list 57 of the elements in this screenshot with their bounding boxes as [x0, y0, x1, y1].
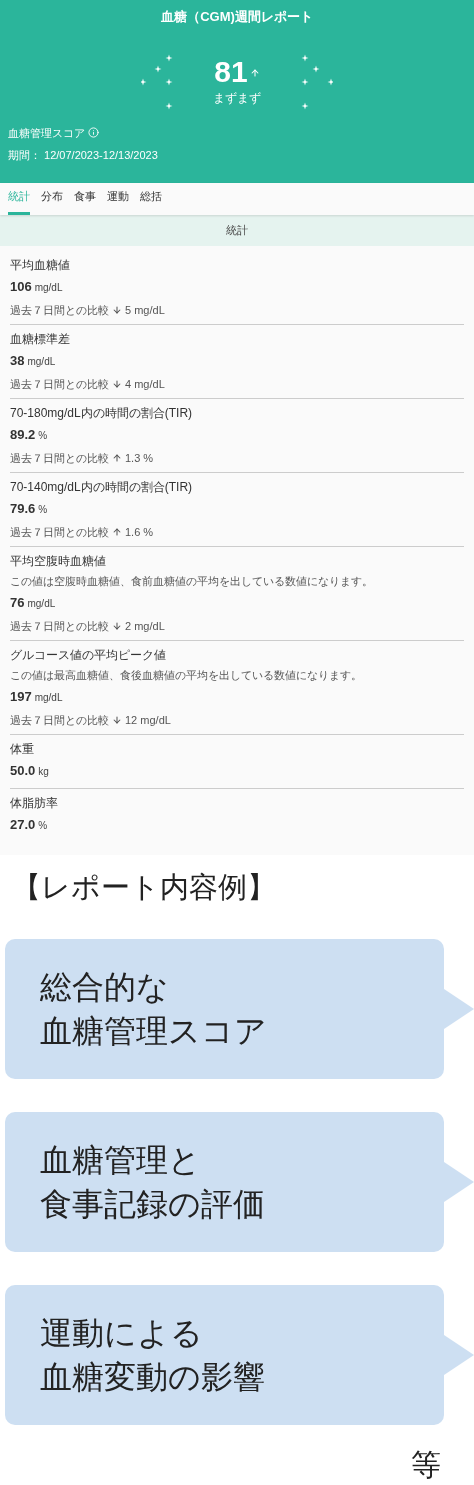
- comparison-label: 過去７日間との比較: [10, 618, 109, 634]
- report-period: 期間： 12/07/2023-12/13/2023: [8, 148, 159, 163]
- stat-value: 27.0: [10, 815, 36, 834]
- tab[interactable]: 分布: [41, 186, 63, 215]
- stat-unit: mg/dL: [34, 280, 63, 295]
- score-label: 血糖管理スコア: [8, 125, 85, 141]
- stat-value: 79.6: [10, 499, 36, 518]
- stat-value: 50.0: [10, 761, 36, 780]
- stat-unit: %: [38, 428, 48, 443]
- stat-value: 38: [10, 351, 25, 370]
- callout-bubble: 総合的な 血糖管理スコア: [5, 939, 444, 1079]
- callout-pointer: [444, 1335, 474, 1375]
- stat-unit: kg: [38, 764, 49, 779]
- tab[interactable]: 運動: [107, 186, 129, 215]
- stat-unit: mg/dL: [27, 596, 56, 611]
- stat-description: この値は最高血糖値、食後血糖値の平均を出している数値になります。: [10, 667, 363, 683]
- stat-value: 197: [10, 687, 32, 706]
- comparison-label: 過去７日間との比較: [10, 524, 109, 540]
- score-rating: まずまず: [213, 90, 261, 107]
- comparison-change: 1.6 %: [125, 524, 154, 540]
- stat-title: 血糖標準差: [10, 330, 71, 347]
- stat-value: 89.2: [10, 425, 36, 444]
- footnote: 等: [411, 1447, 441, 1483]
- stat-title: 体重: [10, 740, 35, 757]
- comparison-change: 4 mg/dL: [125, 376, 165, 392]
- stat-unit: %: [38, 818, 48, 833]
- callout-pointer: [444, 1162, 474, 1202]
- comparison-label: 過去７日間との比較: [10, 450, 109, 466]
- comparison-change: 12 mg/dL: [125, 712, 171, 728]
- stat-title: 体脂肪率: [10, 794, 59, 811]
- report-title: 血糖（CGM)週間レポート: [161, 8, 313, 26]
- comparison-label: 過去７日間との比較: [10, 376, 109, 392]
- tab[interactable]: 総括: [140, 186, 162, 215]
- stat-unit: %: [38, 502, 48, 517]
- stat-unit: mg/dL: [27, 354, 56, 369]
- comparison-change: 2 mg/dL: [125, 618, 165, 634]
- stat-title: 平均空腹時血糖値: [10, 552, 107, 569]
- callout-bubble: 運動による 血糖変動の影響: [5, 1285, 444, 1425]
- section-header: 統計: [0, 214, 474, 246]
- comparison-change: 1.3 %: [125, 450, 154, 466]
- score-value: 81: [214, 56, 248, 88]
- stat-value: 106: [10, 277, 32, 296]
- comparison-label: 過去７日間との比較: [10, 712, 109, 728]
- tab[interactable]: 食事: [74, 186, 96, 215]
- stat-description: この値は空腹時血糖値、食前血糖値の平均を出している数値になります。: [10, 573, 374, 589]
- comparison-change: 5 mg/dL: [125, 302, 165, 318]
- stat-title: グルコース値の平均ピーク値: [10, 646, 167, 663]
- stat-title: 70-180mg/dL内の時間の割合(TIR): [10, 404, 194, 421]
- comparison-label: 過去７日間との比較: [10, 302, 109, 318]
- stat-unit: mg/dL: [34, 690, 63, 705]
- stat-title: 70-140mg/dL内の時間の割合(TIR): [10, 478, 194, 495]
- callout-bubble: 血糖管理と 食事記録の評価: [5, 1112, 444, 1252]
- caption: 【レポート内容例】: [12, 870, 277, 905]
- stat-title: 平均血糖値: [10, 256, 71, 273]
- info-icon[interactable]: [88, 127, 99, 139]
- stat-value: 76: [10, 593, 25, 612]
- callout-pointer: [444, 989, 474, 1029]
